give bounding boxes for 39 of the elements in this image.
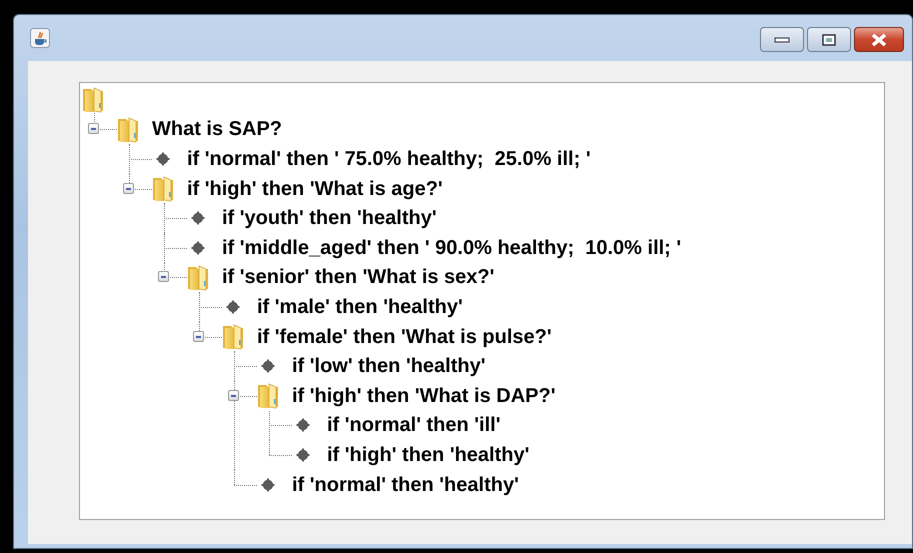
collapse-toggle[interactable] [123, 182, 134, 194]
tree-node-label[interactable]: if 'high' then 'What is age?' [187, 176, 443, 201]
tree-node-label[interactable]: if 'high' then 'What is DAP?' [292, 384, 556, 408]
tree-node-label[interactable]: if 'male' then 'healthy' [257, 294, 463, 319]
tree-node-label[interactable]: if 'normal' then 'healthy' [292, 472, 519, 497]
folder-icon [187, 264, 209, 291]
folder-icon [152, 175, 174, 202]
bullet-icon [225, 298, 241, 315]
bullet-icon [190, 210, 206, 226]
tree-node-label[interactable]: if 'senior' then 'What is sex?' [222, 265, 494, 290]
collapse-toggle[interactable] [193, 330, 204, 342]
close-button[interactable] [854, 27, 904, 52]
bullet-icon [155, 150, 171, 167]
app-icon [30, 28, 50, 48]
folder-icon [222, 323, 244, 350]
minimize-button[interactable] [760, 27, 804, 52]
minimize-icon [774, 36, 790, 44]
close-icon [870, 32, 888, 46]
tree-node-label[interactable]: if 'low' then 'healthy' [292, 354, 486, 378]
collapse-toggle[interactable] [158, 271, 169, 282]
tree-node-label[interactable]: if 'high' then 'healthy' [327, 442, 530, 467]
bullet-icon [295, 446, 311, 463]
collapse-toggle[interactable] [228, 390, 239, 401]
maximize-button[interactable] [807, 27, 851, 52]
folder-icon [257, 382, 279, 410]
tree-node-label[interactable]: if 'normal' then 'ill' [327, 413, 500, 438]
bullet-icon [295, 417, 311, 434]
folder-icon [82, 86, 104, 114]
tree-node-label[interactable]: if 'youth' then 'healthy' [222, 206, 437, 230]
bullet-icon [190, 240, 206, 256]
tree-node-label[interactable]: if 'middle_aged' then ' 90.0% healthy; 10.0% ill; ' [222, 236, 682, 260]
tree-node-label[interactable]: What is SAP? [152, 117, 282, 142]
maximize-icon [822, 34, 836, 46]
bullet-icon [260, 476, 276, 493]
collapse-toggle[interactable] [88, 123, 99, 134]
tree-node-label[interactable]: if 'normal' then ' 75.0% healthy; 25.0% ill; ' [187, 146, 591, 171]
bullet-icon [260, 358, 276, 374]
folder-icon [117, 116, 139, 143]
tree-node-label[interactable]: if 'female' then 'What is pulse?' [257, 324, 552, 349]
